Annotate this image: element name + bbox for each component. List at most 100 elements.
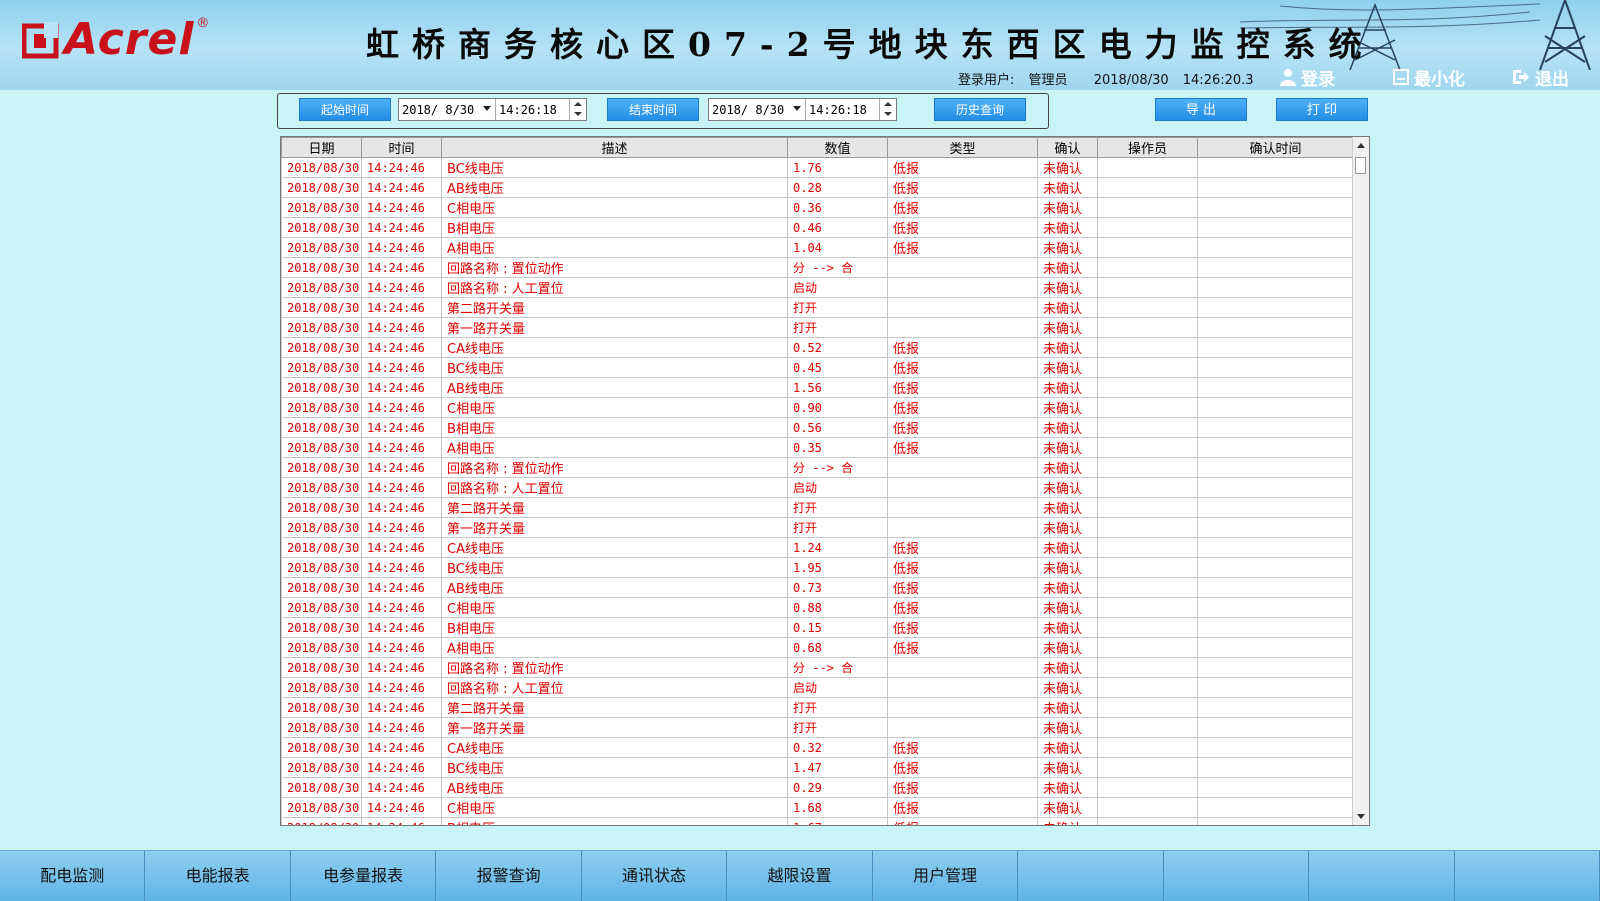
cell-date: 2018/08/30	[281, 517, 362, 538]
cell-confirm: 未确认	[1037, 177, 1098, 198]
spin-up-icon[interactable]	[570, 99, 586, 110]
chevron-down-icon[interactable]	[483, 106, 491, 111]
column-header-description[interactable]: 描述	[441, 137, 788, 158]
history-query-button[interactable]: 历史查询	[934, 98, 1026, 121]
table-row[interactable]: 2018/08/30 14:24:46 回路名称 : 人工置位 启动 未确认	[281, 677, 1354, 698]
table-row[interactable]: 2018/08/30 14:24:46 A相电压 0.35 低报 未确认	[281, 437, 1354, 458]
table-row[interactable]: 2018/08/30 14:24:46 AB线电压 0.29 低报 未确认	[281, 777, 1354, 798]
cell-confirm-time	[1197, 577, 1354, 598]
table-row[interactable]: 2018/08/30 14:24:46 回路名称 : 置位动作分 --> 合 未确认	[281, 657, 1354, 678]
vertical-scrollbar[interactable]	[1352, 137, 1369, 825]
table-row[interactable]: 2018/08/30 14:24:46 C相电压 0.36 低报 未确认	[281, 197, 1354, 218]
table-row[interactable]: 2018/08/30 14:24:46 第二路开关量 打开 未确认	[281, 697, 1354, 718]
nav-item-0[interactable]: 配电监测	[0, 851, 146, 901]
cell-value: 分 --> 合	[787, 657, 888, 678]
cell-time: 14:24:46	[361, 417, 442, 438]
nav-item-1[interactable]: 电能报表	[145, 851, 291, 901]
end-datetime-picker[interactable]: 2018/ 8/30 14:26:18	[708, 98, 897, 121]
table-row[interactable]: 2018/08/30 14:24:46 第一路开关量 打开 未确认	[281, 317, 1354, 338]
column-header-time[interactable]: 时间	[361, 137, 442, 158]
end-time-value[interactable]: 14:26:18	[806, 103, 879, 117]
print-button[interactable]: 打 印	[1276, 98, 1368, 121]
scroll-down-icon[interactable]	[1357, 814, 1365, 819]
start-time-value[interactable]: 14:26:18	[496, 103, 569, 117]
nav-item-3[interactable]: 报警查询	[436, 851, 582, 901]
export-button[interactable]: 导 出	[1155, 98, 1247, 121]
start-time-button[interactable]: 起始时间	[299, 98, 391, 121]
nav-item-5[interactable]: 越限设置	[727, 851, 873, 901]
table-row[interactable]: 2018/08/30 14:24:46 第二路开关量 打开 未确认	[281, 297, 1354, 318]
table-row[interactable]: 2018/08/30 14:24:46 C相电压 0.90 低报 未确认	[281, 397, 1354, 418]
nav-item-2[interactable]: 电参量报表	[291, 851, 437, 901]
nav-item-empty[interactable]	[1309, 851, 1455, 901]
column-header-confirm[interactable]: 确认	[1037, 137, 1098, 158]
end-time-spinner[interactable]	[879, 99, 896, 120]
table-row[interactable]: 2018/08/30 14:24:46 BC线电压 1.47 低报 未确认	[281, 757, 1354, 778]
cell-operator	[1097, 657, 1198, 678]
table-row[interactable]: 2018/08/30 14:24:46 AB线电压 1.56 低报 未确认	[281, 377, 1354, 398]
cell-value: 启动	[787, 677, 888, 698]
user-icon	[1280, 69, 1296, 86]
cell-operator	[1097, 397, 1198, 418]
table-row[interactable]: 2018/08/30 14:24:46 B相电压 0.56 低报 未确认	[281, 417, 1354, 438]
minimize-button[interactable]: 最小化	[1393, 66, 1465, 90]
nav-item-4[interactable]: 通讯状态	[582, 851, 728, 901]
table-row[interactable]: 2018/08/30 14:24:46 BC线电压 1.95 低报 未确认	[281, 557, 1354, 578]
column-header-type[interactable]: 类型	[887, 137, 1038, 158]
table-row[interactable]: 2018/08/30 14:24:46 B相电压 0.15 低报 未确认	[281, 617, 1354, 638]
table-row[interactable]: 2018/08/30 14:24:46 回路名称 : 人工置位 启动 未确认	[281, 477, 1354, 498]
scroll-thumb[interactable]	[1355, 157, 1366, 174]
table-row[interactable]: 2018/08/30 14:24:46 CA线电压 0.32 低报 未确认	[281, 737, 1354, 758]
nav-item-6[interactable]: 用户管理	[873, 851, 1019, 901]
start-datetime-picker[interactable]: 2018/ 8/30 14:26:18	[398, 98, 587, 121]
cell-confirm-time	[1197, 337, 1354, 358]
table-row[interactable]: 2018/08/30 14:24:46 回路名称 : 置位动作分 --> 合 未确认	[281, 457, 1354, 478]
table-row[interactable]: 2018/08/30 14:24:46 AB线电压 0.73 低报 未确认	[281, 577, 1354, 598]
current-date: 2018/08/30	[1093, 73, 1169, 88]
nav-item-empty[interactable]	[1455, 851, 1600, 901]
table-row[interactable]: 2018/08/30 14:24:46 CA线电压 1.24 低报 未确认	[281, 537, 1354, 558]
start-date-field[interactable]: 2018/ 8/30	[399, 99, 496, 120]
column-header-confirm-time[interactable]: 确认时间	[1197, 137, 1354, 158]
table-row[interactable]: 2018/08/30 14:24:46 A相电压 1.04 低报 未确认	[281, 237, 1354, 258]
table-row[interactable]: 2018/08/30 14:24:46 C相电压 0.88 低报 未确认	[281, 597, 1354, 618]
chevron-down-icon[interactable]	[793, 106, 801, 111]
table-row[interactable]: 2018/08/30 14:24:46 BC线电压 0.45 低报 未确认	[281, 357, 1354, 378]
table-row[interactable]: 2018/08/30 14:24:46 第一路开关量 打开 未确认	[281, 517, 1354, 538]
login-button[interactable]: 登录	[1280, 66, 1335, 90]
cell-time: 14:24:46	[361, 777, 442, 798]
table-row[interactable]: 2018/08/30 14:24:46 第一路开关量 打开 未确认	[281, 717, 1354, 738]
table-row[interactable]: 2018/08/30 14:24:46 B相电压 0.46 低报 未确认	[281, 217, 1354, 238]
table-row[interactable]: 2018/08/3014:24:46B相电压1.67低报未确认	[281, 817, 1354, 825]
cell-confirm-time	[1197, 397, 1354, 418]
spin-down-icon[interactable]	[570, 110, 586, 121]
end-time-button[interactable]: 结束时间	[607, 98, 699, 121]
table-row[interactable]: 2018/08/30 14:24:46 A相电压 0.68 低报 未确认	[281, 637, 1354, 658]
nav-item-empty[interactable]	[1018, 851, 1164, 901]
table-row[interactable]: 2018/08/30 14:24:46 BC线电压 1.76 低报 未确认	[281, 157, 1354, 178]
column-header-value[interactable]: 数值	[787, 137, 888, 158]
spin-down-icon[interactable]	[880, 110, 896, 121]
start-time-spinner[interactable]	[569, 99, 586, 120]
cell-time: 14:24:46	[361, 597, 442, 618]
spin-up-icon[interactable]	[880, 99, 896, 110]
scroll-up-icon[interactable]	[1357, 143, 1365, 148]
cell-description: 第二路开关量	[441, 697, 788, 718]
cell-type: 低报	[887, 157, 1038, 178]
table-row[interactable]: 2018/08/30 14:24:46 AB线电压 0.28 低报 未确认	[281, 177, 1354, 198]
cell-date: 2018/08/30	[281, 677, 362, 698]
table-row[interactable]: 2018/08/30 14:24:46 第二路开关量 打开 未确认	[281, 497, 1354, 518]
table-row[interactable]: 2018/08/30 14:24:46 回路名称 : 人工置位 启动 未确认	[281, 277, 1354, 298]
cell-type: 低报	[887, 377, 1038, 398]
column-header-operator[interactable]: 操作员	[1097, 137, 1198, 158]
nav-item-empty[interactable]	[1164, 851, 1310, 901]
column-header-date[interactable]: 日期	[281, 137, 362, 158]
table-row[interactable]: 2018/08/30 14:24:46 CA线电压 0.52 低报 未确认	[281, 337, 1354, 358]
table-row[interactable]: 2018/08/30 14:24:46 C相电压 1.68 低报 未确认	[281, 797, 1354, 818]
cell-confirm-time	[1197, 677, 1354, 698]
exit-button[interactable]: 退出	[1512, 66, 1569, 90]
end-date-field[interactable]: 2018/ 8/30	[709, 99, 806, 120]
table-row[interactable]: 2018/08/30 14:24:46 回路名称 : 置位动作分 --> 合 未确认	[281, 257, 1354, 278]
cell-value: 0.15	[787, 617, 888, 638]
cell-confirm-time	[1197, 717, 1354, 738]
